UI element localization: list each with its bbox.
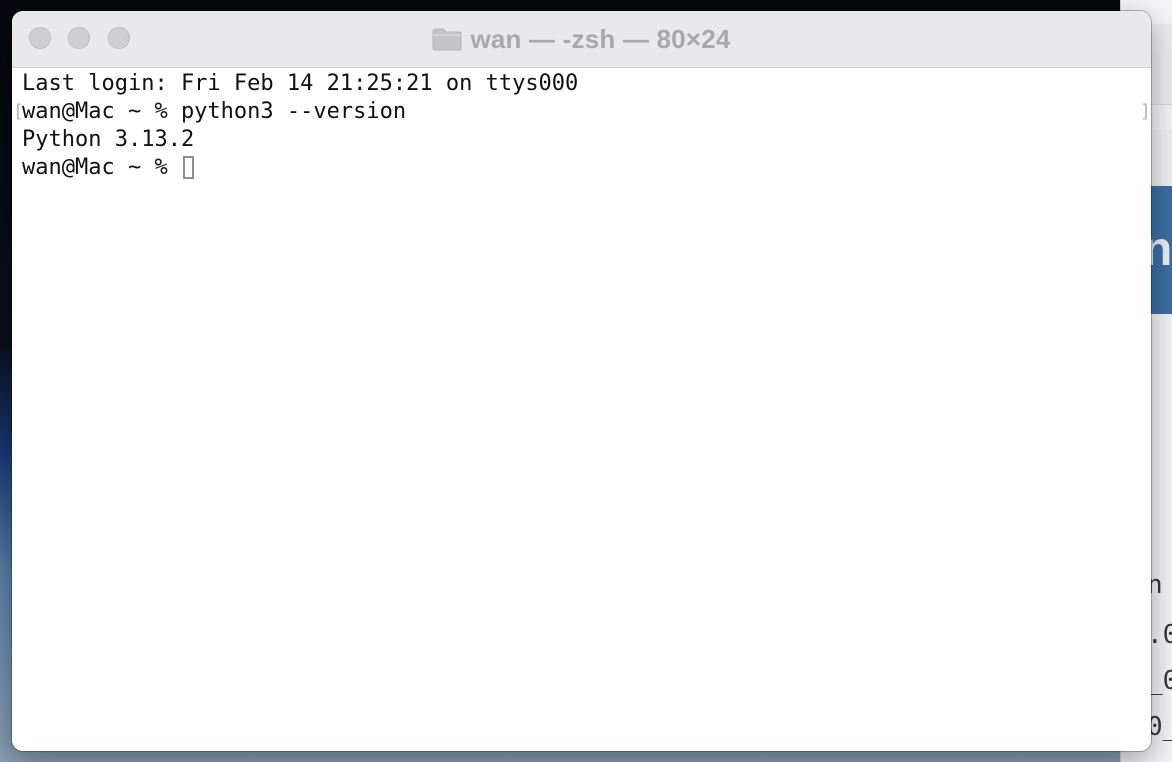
prompt-line[interactable]: wan@Mac ~ % (22, 154, 194, 182)
terminal-content[interactable]: [ ] Last login: Fri Feb 14 21:25:21 on t… (12, 68, 1151, 751)
mark-bracket-right: ] (1140, 101, 1151, 122)
terminal-line: Last login: Fri Feb 14 21:25:21 on ttys0… (22, 71, 579, 96)
terminal-window[interactable]: wan — -zsh — 80×24 [ ] Last login: Fri F… (12, 11, 1151, 751)
folder-icon (432, 28, 462, 51)
window-title: wan — -zsh — 80×24 (470, 23, 731, 54)
terminal-line: wan@Mac ~ % python3 --version (22, 99, 407, 124)
terminal-line: Python 3.13.2 (22, 127, 195, 152)
cursor (182, 156, 194, 179)
title-bar[interactable]: wan — -zsh — 80×24 (12, 11, 1151, 68)
close-button[interactable] (29, 27, 51, 49)
prompt-text: wan@Mac ~ % (22, 155, 181, 180)
zoom-button[interactable] (108, 27, 130, 49)
title-group: wan — -zsh — 80×24 (12, 11, 1151, 67)
minimize-button[interactable] (68, 27, 90, 49)
